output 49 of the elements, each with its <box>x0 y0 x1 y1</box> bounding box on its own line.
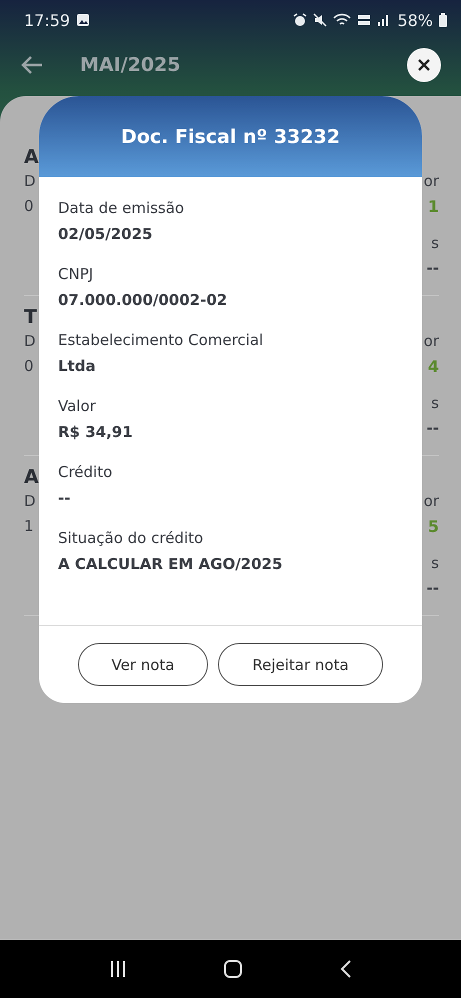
dialog-title: Doc. Fiscal nº 33232 <box>121 126 340 148</box>
back-icon[interactable] <box>339 959 354 979</box>
field-label: CNPJ <box>58 265 94 283</box>
value-label: or <box>424 332 439 352</box>
row-date: 1 <box>24 517 34 537</box>
credits-value: -- <box>426 419 439 437</box>
value-amount: 5 <box>428 517 439 538</box>
battery-percent: 58% <box>397 10 433 30</box>
close-button[interactable] <box>407 48 441 82</box>
view-note-button[interactable]: Ver nota <box>78 643 208 686</box>
reject-note-button[interactable]: Rejeitar nota <box>218 643 383 686</box>
row-date: 0 <box>24 197 34 217</box>
wifi-icon <box>333 13 352 27</box>
close-icon <box>417 58 431 72</box>
credits-value: -- <box>426 579 439 597</box>
field-label: Situação do crédito <box>58 529 204 547</box>
alarm-icon <box>293 13 308 27</box>
field-value: Ltda <box>58 357 97 375</box>
mute-icon <box>313 13 328 27</box>
field-value: A CALCULAR EM AGO/2025 <box>58 555 284 573</box>
field-value: -- <box>58 489 72 507</box>
row-title: A <box>24 466 39 490</box>
credits-label: s <box>431 394 439 414</box>
row-label: D <box>24 332 36 352</box>
field-value: 07.000.000/0002-02 <box>58 291 228 309</box>
field-label: Estabelecimento Comercial <box>58 331 264 349</box>
credits-label: s <box>431 234 439 254</box>
value-amount: 1 <box>428 197 439 218</box>
battery-icon <box>439 13 447 27</box>
credits-value: -- <box>426 259 439 277</box>
field-value: 02/05/2025 <box>58 225 154 243</box>
field-label: Valor <box>58 397 97 415</box>
back-arrow-icon[interactable] <box>20 55 44 75</box>
row-title: A <box>24 146 39 170</box>
value-label: or <box>424 492 439 512</box>
clock-time: 17:59 <box>24 10 70 30</box>
field-value: R$ 34,91 <box>58 423 134 441</box>
field-label: Crédito <box>58 463 114 481</box>
field-label: Data de emissão <box>58 199 186 217</box>
row-date: 0 <box>24 357 34 377</box>
value-amount: 4 <box>428 357 439 378</box>
image-icon <box>76 13 90 27</box>
header-title: MAI/2025 <box>80 54 181 76</box>
home-icon[interactable] <box>223 959 244 979</box>
row-title: T <box>24 306 37 330</box>
credits-label: s <box>431 554 439 574</box>
row-label: D <box>24 172 36 192</box>
value-label: or <box>424 172 439 192</box>
row-label: D <box>24 492 36 512</box>
